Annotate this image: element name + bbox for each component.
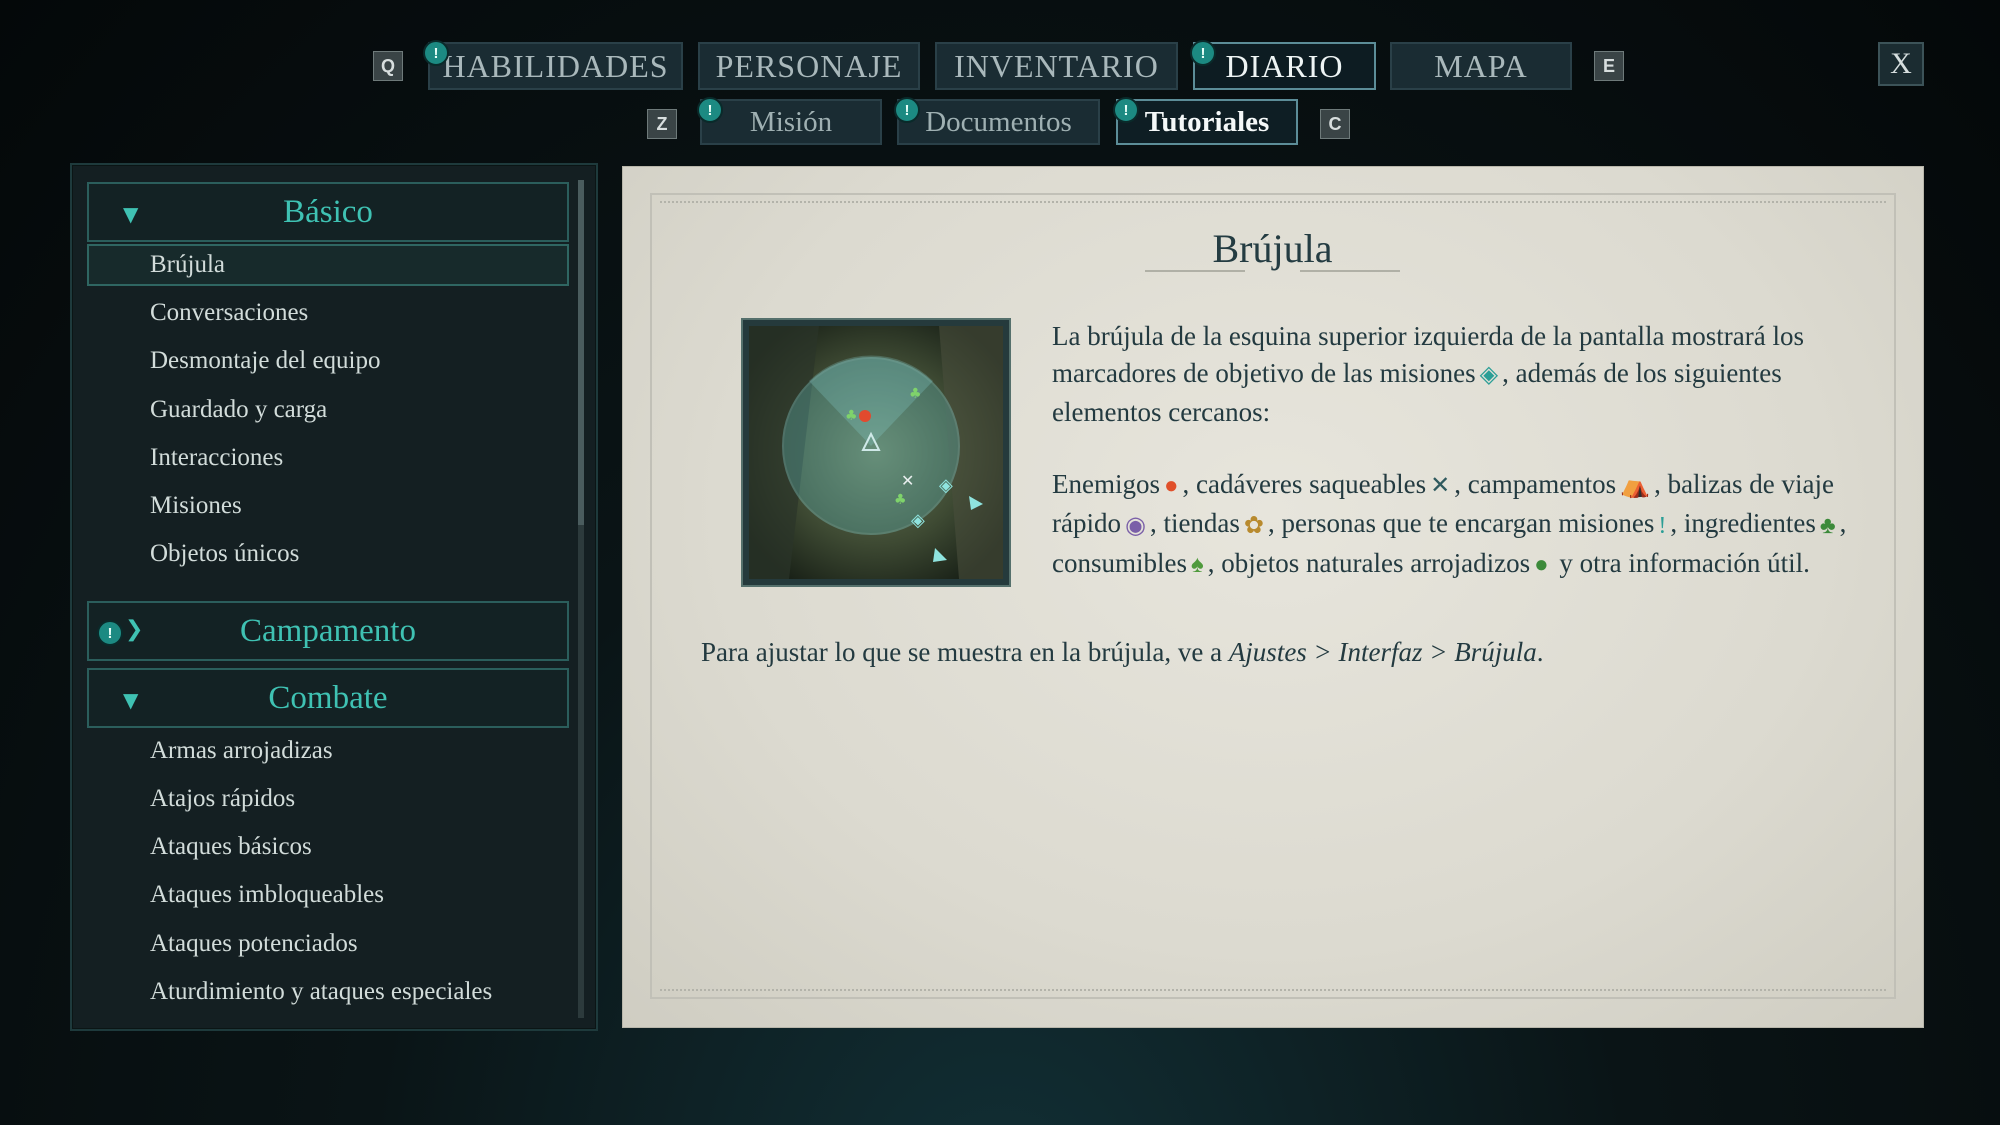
alert-icon: ! bbox=[697, 97, 723, 123]
camps-text: , campamentos bbox=[1454, 469, 1617, 499]
close-button[interactable]: X bbox=[1878, 42, 1924, 86]
category-label: Campamento bbox=[240, 612, 416, 649]
svg-text:◈: ◈ bbox=[911, 510, 925, 531]
fast-travel-beacon-icon: ◉ bbox=[1124, 512, 1146, 539]
list-item[interactable]: Misiones bbox=[150, 486, 242, 526]
chevron-down-icon: ▼ bbox=[123, 688, 139, 712]
tab-diario[interactable]: DIARIO bbox=[1193, 42, 1376, 90]
alert-icon: ! bbox=[1113, 97, 1139, 123]
list-item[interactable]: Objetos únicos bbox=[150, 534, 299, 574]
camp-icon: ⛺ bbox=[1620, 473, 1651, 500]
tab-documentos[interactable]: Documentos bbox=[897, 99, 1100, 145]
footer-text: Para ajustar lo que se muestra en la brú… bbox=[701, 637, 1229, 667]
border-ornament bbox=[660, 989, 1886, 997]
ingredients-text: , ingredientes bbox=[1670, 508, 1816, 539]
article-footer: Para ajustar lo que se muestra en la brú… bbox=[701, 634, 1851, 671]
list-item[interactable]: Ataques básicos bbox=[150, 827, 312, 867]
alert-icon: ! bbox=[423, 40, 449, 66]
category-campamento[interactable]: ! ❯ Campamento bbox=[87, 601, 569, 661]
border-ornament bbox=[660, 201, 1886, 209]
alert-icon: ! bbox=[97, 620, 123, 646]
alert-icon: ! bbox=[894, 97, 920, 123]
list-item[interactable]: Ataques imbloqueables bbox=[150, 875, 384, 915]
throwable-icon: ● bbox=[1534, 551, 1549, 578]
page-title: Brújula bbox=[1212, 226, 1333, 271]
tab-inventario[interactable]: INVENTARIO bbox=[935, 42, 1178, 90]
page-border bbox=[650, 193, 1896, 999]
list-item[interactable]: Aturdimiento y ataques especiales bbox=[150, 972, 492, 1012]
ingredient-icon: ♣ bbox=[1819, 512, 1836, 539]
svg-text:✕: ✕ bbox=[901, 471, 914, 490]
category-combate[interactable]: ▼ Combate bbox=[87, 668, 569, 728]
key-hint-e[interactable]: E bbox=[1594, 51, 1624, 81]
list-item[interactable]: Armas arrojadizas bbox=[150, 731, 333, 771]
article-elements-list: Enemigos ●, cadáveres saqueables ✕, campam… bbox=[1052, 466, 1852, 584]
lootable-text: , cadáveres saqueables bbox=[1182, 469, 1427, 499]
shop-icon: ✿ bbox=[1243, 512, 1265, 539]
other-info-text: y otra información útil. bbox=[1552, 547, 1810, 578]
svg-text:♣: ♣ bbox=[894, 492, 907, 508]
category-label: Básico bbox=[283, 193, 373, 230]
throwables-text: , objetos naturales arrojadizos bbox=[1207, 547, 1531, 578]
svg-text:◈: ◈ bbox=[939, 475, 953, 496]
key-hint-q[interactable]: Q bbox=[373, 51, 403, 81]
quest-giver-icon: ! bbox=[1658, 512, 1667, 539]
key-hint-z[interactable]: Z bbox=[647, 109, 677, 139]
list-item[interactable]: Desmontaje del equipo bbox=[150, 341, 381, 381]
category-basico[interactable]: ▼ Básico bbox=[87, 182, 569, 242]
list-item[interactable]: Guardado y carga bbox=[150, 390, 327, 430]
tab-mapa[interactable]: MAPA bbox=[1390, 42, 1572, 90]
consumable-icon: ♠ bbox=[1191, 551, 1204, 578]
list-item-brujula[interactable]: Brújula bbox=[150, 245, 225, 285]
enemies-text: Enemigos bbox=[1052, 469, 1160, 499]
compass-image: ♣ ♣ ✕ ♣ ◈ ◈ bbox=[749, 326, 1003, 579]
list-item[interactable]: Interacciones bbox=[150, 438, 283, 478]
chevron-right-icon: ❯ bbox=[125, 617, 144, 642]
lootable-corpse-icon: ✕ bbox=[1430, 473, 1451, 500]
tab-mision[interactable]: Misión bbox=[700, 99, 882, 145]
tab-tutoriales[interactable]: Tutoriales bbox=[1116, 99, 1298, 145]
quest-givers-text: , personas que te encargan misiones bbox=[1268, 508, 1655, 539]
list-item[interactable]: Conversaciones bbox=[150, 293, 308, 333]
compass-illustration: ♣ ♣ ✕ ♣ ◈ ◈ bbox=[743, 320, 1009, 585]
key-hint-c[interactable]: C bbox=[1320, 109, 1350, 139]
article-intro: La brújula de la esquina superior izquie… bbox=[1052, 318, 1852, 431]
quest-marker-icon: ◈ bbox=[1479, 362, 1499, 389]
title-ornament bbox=[1300, 270, 1400, 272]
alert-icon: ! bbox=[1190, 40, 1216, 66]
shops-text: , tiendas bbox=[1149, 508, 1240, 539]
svg-text:♣: ♣ bbox=[909, 386, 922, 402]
footer-period: . bbox=[1536, 637, 1544, 667]
category-label: Combate bbox=[268, 679, 388, 716]
tab-personaje[interactable]: PERSONAJE bbox=[698, 42, 920, 90]
settings-path: Ajustes > Interfaz > Brújula bbox=[1228, 637, 1537, 667]
chevron-down-icon: ▼ bbox=[123, 202, 139, 226]
list-item[interactable]: Ataques potenciados bbox=[150, 924, 358, 964]
list-item[interactable]: Atajos rápidos bbox=[150, 779, 295, 819]
scrollbar[interactable] bbox=[578, 180, 584, 1018]
scrollbar-thumb[interactable] bbox=[578, 180, 584, 525]
enemy-icon: ● bbox=[1164, 473, 1179, 500]
svg-text:♣: ♣ bbox=[845, 408, 858, 424]
title-ornament bbox=[1145, 270, 1245, 272]
tab-habilidades[interactable]: HABILIDADES bbox=[428, 42, 683, 90]
